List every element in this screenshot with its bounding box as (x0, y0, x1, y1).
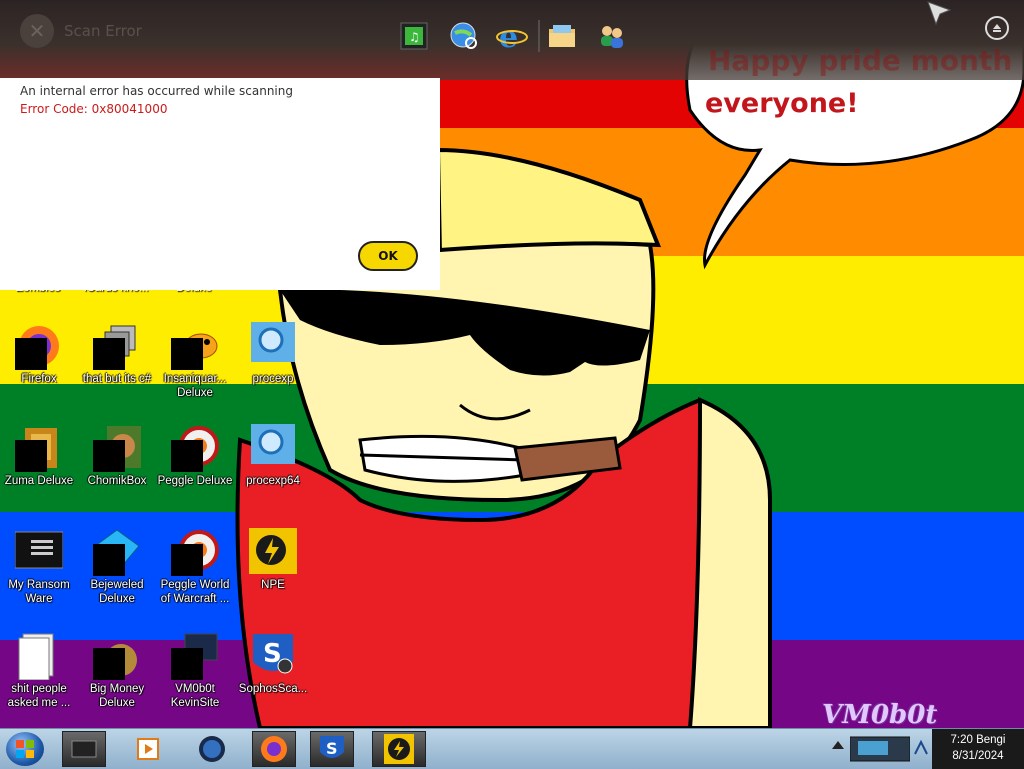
desktop-icon-label: ChomikBox (87, 475, 147, 487)
redaction-block (93, 338, 125, 370)
sophos-icon: S (320, 736, 344, 758)
desktop-icon-label: Zuma Deluxe (4, 475, 74, 487)
dock-title: Scan Error (64, 22, 142, 40)
npe-icon (249, 528, 297, 574)
firefox-icon (261, 736, 287, 762)
taskbar-media-player-button[interactable] (126, 731, 170, 767)
signature-text: VM0b0t (822, 700, 938, 730)
clock-date: 8/31/2024 (952, 750, 1004, 762)
folder-icon[interactable] (544, 18, 580, 54)
desktop-icon-label: Big Money Deluxe (89, 683, 145, 709)
svg-text:S: S (326, 739, 338, 758)
speech-line-1: Happy pride month (708, 44, 1013, 77)
dock-separator (538, 20, 540, 52)
network-icon[interactable] (912, 739, 930, 757)
desktop-icon-zuma[interactable]: Zuma Deluxe (0, 424, 78, 514)
desktop-icon-insaniquarium[interactable]: Insaniquar... Deluxe (156, 322, 234, 412)
npe-icon (384, 734, 414, 764)
taskbar-firefox-button[interactable] (252, 731, 296, 767)
desktop-icon-peggle-wow[interactable]: Peggle World of Warcraft ... (156, 528, 234, 618)
desktop-icon-shit-people-asked[interactable]: shit people asked me ... (0, 632, 78, 722)
redaction-block (171, 338, 203, 370)
desktop-icon-label: My Ransom Ware (8, 579, 70, 605)
eject-icon[interactable] (985, 16, 1009, 40)
desktop-icon-procexp[interactable]: procexp (234, 322, 312, 412)
users-icon[interactable] (594, 18, 630, 54)
error-code: Error Code: 0x80041000 (20, 102, 168, 116)
desktop-icon-firefox[interactable]: Firefox (0, 322, 78, 412)
taskbar-sophos-button[interactable]: S (310, 731, 354, 767)
process-explorer-icon (251, 322, 295, 362)
sophos-icon: S (253, 634, 293, 674)
desktop-icon-my-ransom-ware[interactable]: My Ransom Ware (0, 528, 78, 618)
desktop-icon-peggle[interactable]: Peggle Deluxe (156, 424, 234, 514)
desktop-icon-sophos[interactable]: S SophosSca... (234, 632, 312, 722)
redaction-block (171, 648, 203, 680)
globe-icon (199, 736, 225, 762)
desktop-icon-label: VM0b0t KevinSite (170, 683, 220, 709)
desktop-icon-label: SophosSca... (238, 683, 308, 695)
desktop-icon-label: Firefox (21, 373, 57, 385)
redaction-block (93, 648, 125, 680)
desktop-icon-vm0b0t-kevinsite[interactable]: VM0b0t KevinSite (156, 632, 234, 722)
cursor-icon (926, 0, 954, 32)
desktop-icon-procexp64[interactable]: procexp64 (234, 424, 312, 514)
taskbar: S 7:20 Bengi 8/31/2024 (0, 728, 1024, 769)
tray-expand-icon[interactable] (832, 741, 844, 749)
desktop-icon-chomikbox[interactable]: ChomikBox (78, 424, 156, 514)
system-tray (828, 729, 932, 769)
speech-line-2: everyone! (705, 88, 859, 119)
globe-search-icon[interactable] (446, 18, 482, 54)
desktop-icon-big-money[interactable]: Big Money Deluxe (78, 632, 156, 722)
tray-app-icon[interactable] (850, 735, 910, 763)
notes-icon[interactable]: ♫ (396, 18, 432, 54)
window-icon (71, 740, 97, 758)
document-icon (18, 633, 54, 680)
internet-explorer-icon[interactable]: e (494, 18, 530, 54)
console-icon (15, 531, 63, 569)
taskbar-globe-button[interactable] (190, 731, 234, 767)
desktop-icon-label: Peggle World of Warcraft ... (160, 579, 230, 605)
desktop-icon-npe[interactable]: NPE (234, 528, 312, 618)
desktop-icon-label: Peggle Deluxe (157, 475, 233, 487)
desktop-icon-label: procexp64 (246, 475, 300, 487)
redaction-block (93, 544, 125, 576)
redaction-block (171, 440, 203, 472)
windows-logo-icon (16, 740, 34, 758)
redaction-block (93, 440, 125, 472)
taskbar-npe-button[interactable] (372, 731, 426, 767)
desktop-icon-label: that but its c# (82, 373, 152, 385)
redaction-block (171, 544, 203, 576)
desktop-icon-that-but-its-cs[interactable]: that but its c# (78, 322, 156, 412)
desktop-icon-label: Insaniquar... Deluxe (163, 373, 227, 399)
start-button[interactable] (6, 732, 44, 766)
redaction-block (15, 338, 47, 370)
desktop-icon-label: shit people asked me ... (7, 683, 71, 709)
redaction-block (15, 440, 47, 472)
media-player-icon (137, 738, 159, 760)
desktop-icon-label: procexp (252, 373, 294, 385)
clock-time: 7:20 Bengi (950, 734, 1006, 746)
error-message: An internal error has occurred while sca… (20, 84, 293, 98)
desktop-icon-bejeweled[interactable]: Bejeweled Deluxe (78, 528, 156, 618)
svg-text:♫: ♫ (409, 30, 420, 44)
taskbar-clock[interactable]: 7:20 Bengi 8/31/2024 (932, 729, 1024, 769)
desktop-icon-label: NPE (261, 579, 285, 591)
scan-error-dialog: An internal error has occurred while sca… (0, 78, 440, 290)
close-icon[interactable]: ✕ (20, 14, 54, 48)
ok-button[interactable]: OK (358, 241, 418, 271)
desktop-icon-label: Bejeweled Deluxe (90, 579, 144, 605)
svg-text:e: e (499, 20, 518, 53)
taskbar-window-button[interactable] (62, 731, 106, 767)
process-explorer-icon (251, 424, 295, 464)
